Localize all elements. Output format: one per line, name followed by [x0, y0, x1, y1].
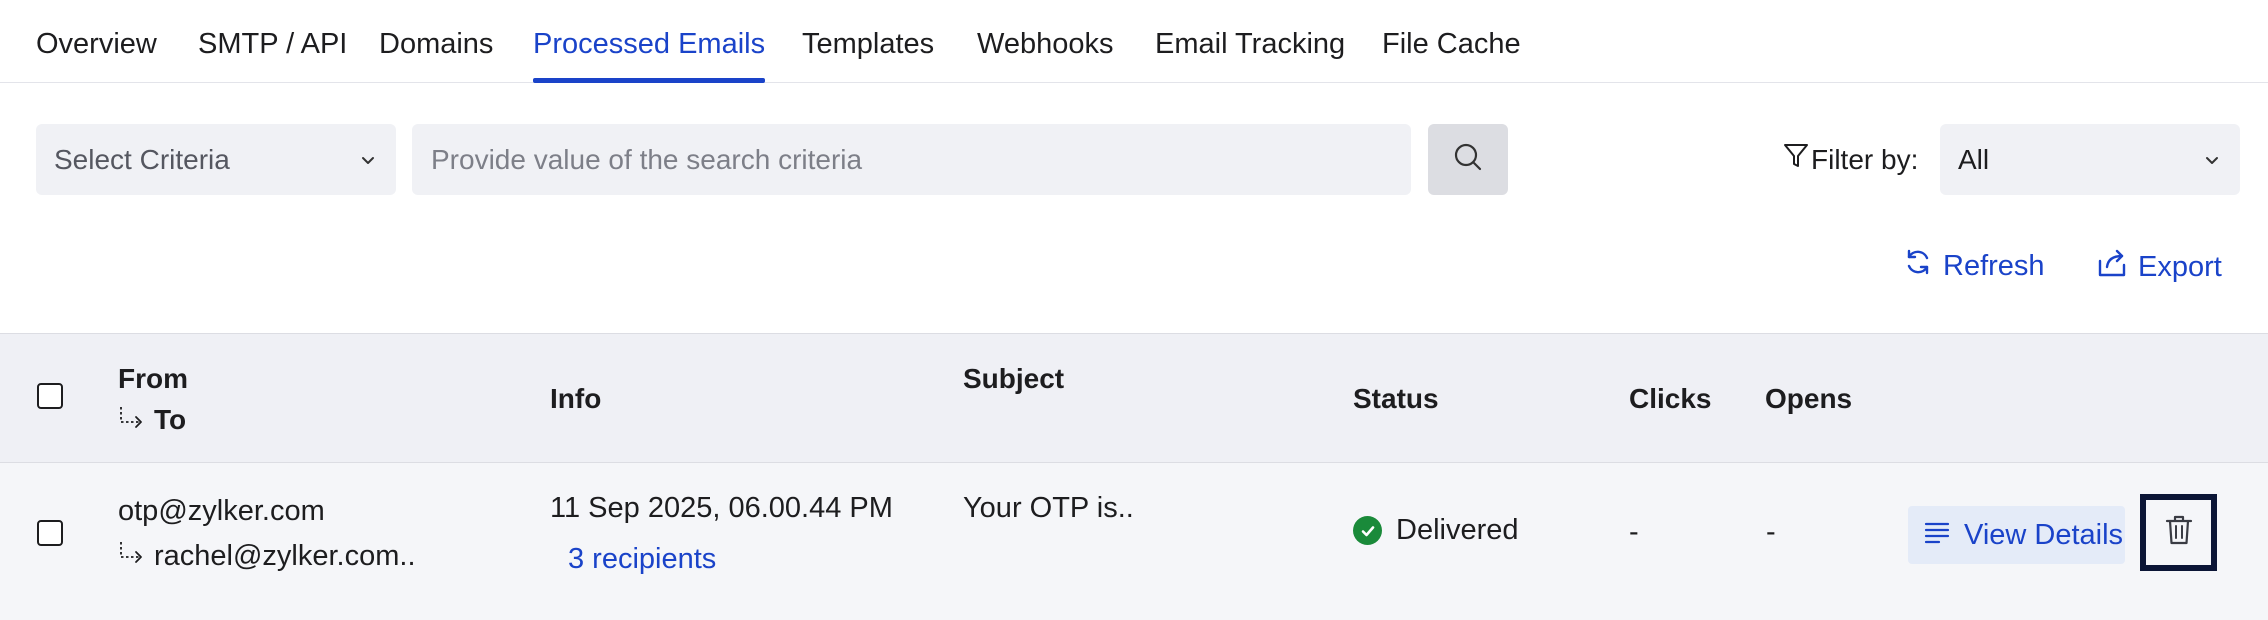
table-header: From To Info Subject Status Clicks Opens [0, 333, 2268, 463]
check-circle-icon [1353, 516, 1382, 545]
trash-icon [2165, 514, 2193, 551]
list-icon [1924, 519, 1950, 552]
filter-icon [1783, 142, 1809, 177]
header-info: Info [550, 383, 602, 414]
row-subject: Your OTP is.. [963, 492, 1134, 524]
row-opens: - [1766, 516, 1776, 548]
view-details-label: View Details [1964, 518, 2124, 551]
filter-select-value: All [1958, 143, 1990, 175]
forward-arrow-icon [118, 540, 146, 574]
chevron-down-icon [360, 148, 376, 180]
forward-arrow-icon [118, 405, 146, 438]
refresh-button[interactable]: Refresh [1903, 247, 2045, 285]
header-to: To [118, 404, 186, 438]
tab-overview[interactable]: Overview [36, 28, 157, 83]
row-date: 11 Sep 2025, 06.00.44 PM [550, 492, 893, 524]
select-all-checkbox[interactable] [37, 383, 63, 409]
tab-domains[interactable]: Domains [379, 28, 493, 83]
tab-templates[interactable]: Templates [802, 28, 934, 83]
status-label: Delivered [1396, 514, 1519, 546]
export-button[interactable]: Export [2096, 247, 2222, 287]
view-details-button[interactable]: View Details [1908, 506, 2125, 564]
header-opens: Opens [1765, 383, 1853, 414]
tab-smtp-api[interactable]: SMTP / API [198, 28, 347, 83]
search-icon [1452, 141, 1484, 178]
criteria-select-label: Select Criteria [54, 143, 230, 175]
search-button[interactable] [1428, 124, 1508, 195]
row-clicks: - [1629, 516, 1639, 548]
status-badge: Delivered [1353, 514, 1519, 547]
criteria-select[interactable]: Select Criteria [36, 124, 396, 195]
row-from: otp@zylker.com [118, 495, 325, 527]
recipients-link[interactable]: 3 recipients [568, 543, 716, 576]
delete-button[interactable] [2140, 494, 2217, 571]
header-subject: Subject [963, 363, 1065, 394]
tab-processed-emails[interactable]: Processed Emails [533, 28, 766, 83]
header-clicks: Clicks [1629, 383, 1712, 414]
filter-by: Filter by: [1783, 142, 1918, 177]
tab-file-cache[interactable]: File Cache [1382, 28, 1521, 83]
header-from: From [118, 363, 188, 394]
header-status: Status [1353, 383, 1439, 414]
header-to-label: To [154, 404, 187, 435]
row-to-label: rachel@zylker.com.. [154, 540, 416, 572]
search-input[interactable] [412, 124, 1411, 195]
tab-webhooks[interactable]: Webhooks [977, 28, 1114, 83]
tab-bar: Overview SMTP / API Domains Processed Em… [0, 0, 2268, 83]
refresh-icon [1903, 247, 1933, 285]
filter-select[interactable]: All [1940, 124, 2240, 195]
chevron-down-icon [2204, 148, 2220, 180]
export-label: Export [2138, 250, 2222, 283]
filter-by-label: Filter by: [1811, 143, 1919, 175]
row-checkbox[interactable] [37, 520, 63, 546]
export-icon [2096, 247, 2128, 287]
row-to: rachel@zylker.com.. [118, 540, 416, 574]
refresh-label: Refresh [1943, 249, 2045, 282]
tab-email-tracking[interactable]: Email Tracking [1155, 28, 1345, 83]
